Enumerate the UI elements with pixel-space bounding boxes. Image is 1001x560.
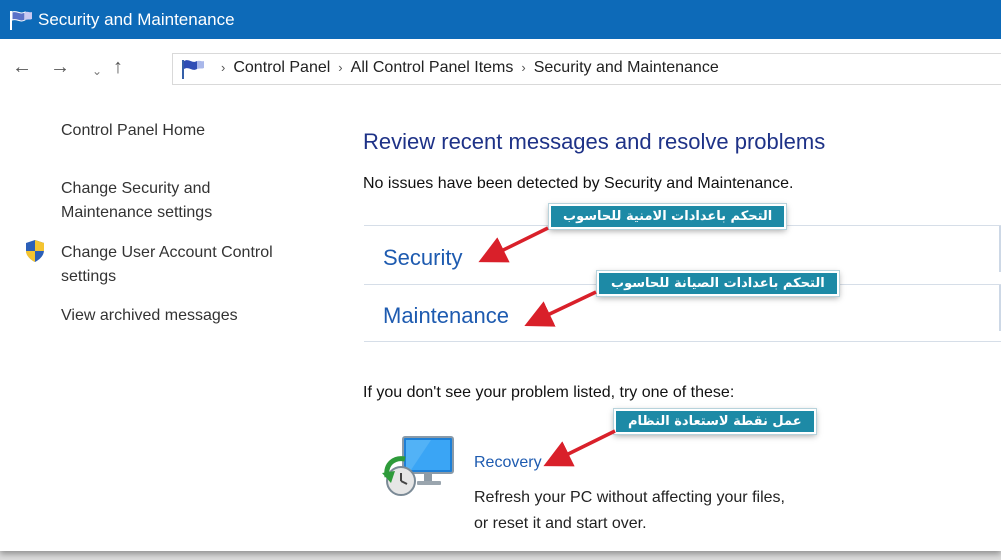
- sidebar: Control Panel Home Change Security and M…: [0, 97, 345, 551]
- divider: [364, 341, 1001, 342]
- breadcrumb-all-items[interactable]: All Control Panel Items: [351, 59, 514, 76]
- breadcrumb-control-panel[interactable]: Control Panel: [233, 59, 330, 76]
- main-content: Review recent messages and resolve probl…: [345, 97, 1001, 551]
- recovery-description: Refresh your PC without affecting your f…: [474, 489, 785, 532]
- breadcrumb-separator: ›: [338, 60, 343, 75]
- sidebar-change-security-settings[interactable]: Change Security and Maintenance settings: [61, 177, 291, 225]
- address-box[interactable]: › Control Panel › All Control Panel Items › S…: [172, 53, 1001, 85]
- forward-button[interactable]: →: [50, 56, 70, 78]
- up-button[interactable]: ↑: [113, 56, 123, 78]
- breadcrumb: › Control Panel › All Control Panel Items › S…: [213, 59, 719, 77]
- recent-locations-button[interactable]: ⌄: [92, 60, 102, 82]
- address-bar: ← → ⌄ ↑ › Control Panel › All Control Panel…: [0, 39, 1001, 97]
- breadcrumb-separator: ›: [221, 60, 226, 75]
- back-button[interactable]: ←: [12, 56, 32, 78]
- flag-icon: [10, 11, 32, 30]
- sidebar-view-archived-messages[interactable]: View archived messages: [61, 304, 238, 328]
- suggestion-text: If you don't see your problem listed, tr…: [363, 384, 735, 401]
- security-annotation: التحكم باعدادات الامنية للحاسوب: [549, 204, 787, 229]
- recovery-icon: [382, 436, 454, 496]
- window-title: Security and Maintenance: [38, 10, 235, 29]
- sidebar-control-panel-home[interactable]: Control Panel Home: [61, 119, 205, 143]
- security-section-header[interactable]: Security: [383, 245, 462, 271]
- maintenance-section-header[interactable]: Maintenance: [383, 303, 509, 329]
- status-text: No issues have been detected by Security…: [363, 175, 794, 192]
- breadcrumb-separator: ›: [521, 60, 526, 75]
- title-bar: Security and Maintenance: [0, 0, 1001, 39]
- shield-icon: [26, 240, 44, 262]
- flag-icon: [182, 60, 204, 79]
- recovery-annotation: عمل نقطة لاستعادة النظام: [614, 409, 816, 434]
- recovery-link[interactable]: Recovery: [474, 454, 542, 472]
- sidebar-change-uac-settings[interactable]: Change User Account Control settings: [61, 241, 321, 289]
- breadcrumb-security-maintenance[interactable]: Security and Maintenance: [534, 59, 719, 76]
- security-maintenance-window: Security and Maintenance ← → ⌄ ↑ › Contro…: [0, 0, 1001, 551]
- page-heading: Review recent messages and resolve probl…: [363, 129, 826, 154]
- maintenance-annotation: التحكم باعدادات الصيانة للحاسوب: [597, 271, 839, 296]
